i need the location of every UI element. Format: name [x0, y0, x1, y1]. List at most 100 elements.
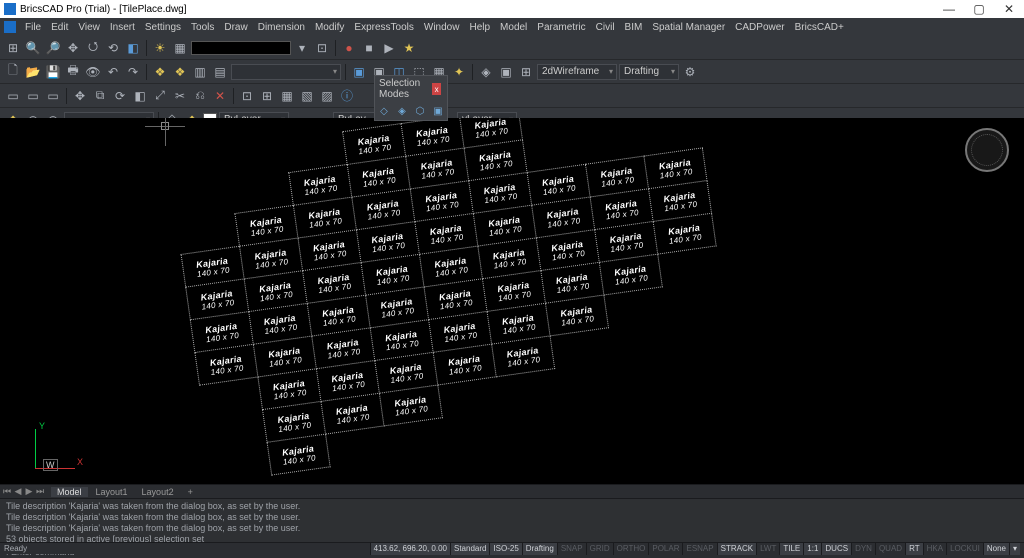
save-icon[interactable]: 💾 — [44, 63, 62, 81]
play-icon[interactable]: ▶ — [380, 39, 398, 57]
menu-spatial-manager[interactable]: Spatial Manager — [647, 22, 730, 33]
tab-next-icon[interactable]: ▶ — [24, 486, 34, 497]
tool-icon[interactable]: ▭ — [44, 87, 62, 105]
menu-draw[interactable]: Draw — [219, 22, 252, 33]
grid-icon[interactable]: ▦ — [171, 39, 189, 57]
status-toggle-dyn[interactable]: DYN — [851, 543, 875, 555]
tab-first-icon[interactable]: ⏮ — [2, 486, 12, 497]
tool-icon[interactable]: ⊡ — [313, 39, 331, 57]
tab-add[interactable]: + — [182, 487, 199, 497]
status-workspace[interactable]: Drafting — [522, 543, 557, 555]
menu-settings[interactable]: Settings — [140, 22, 186, 33]
menu-help[interactable]: Help — [464, 22, 495, 33]
tool-icon[interactable]: ✦ — [450, 63, 468, 81]
menu-bim[interactable]: BIM — [620, 22, 648, 33]
print-icon[interactable]: 🖶 — [64, 63, 82, 81]
linetype-preview[interactable] — [191, 41, 291, 55]
preview-icon[interactable]: 👁 — [84, 63, 102, 81]
menu-view[interactable]: View — [73, 22, 105, 33]
tool-icon[interactable]: ▤ — [211, 63, 229, 81]
status-toggle-none[interactable]: None — [983, 543, 1009, 555]
tool-icon[interactable]: ▣ — [497, 63, 515, 81]
status-toggle-rt[interactable]: RT — [905, 543, 923, 555]
tool-icon[interactable]: ⊞ — [258, 87, 276, 105]
menu-model[interactable]: Model — [495, 22, 532, 33]
sun-icon[interactable]: ☀ — [151, 39, 169, 57]
tool-icon[interactable]: ⎌ — [191, 87, 209, 105]
menu-bricscad-plus[interactable]: BricsCAD+ — [790, 22, 849, 33]
workspace-dropdown[interactable]: Drafting — [619, 64, 679, 80]
tool-icon[interactable]: ▣ — [350, 63, 368, 81]
tab-model[interactable]: Model — [51, 487, 88, 497]
status-toggle-lockui[interactable]: LOCKUI — [946, 543, 983, 555]
orbit-icon[interactable]: ⭯ — [84, 39, 102, 57]
new-icon[interactable]: 🗋 — [4, 63, 22, 81]
close-button[interactable]: ✕ — [994, 0, 1024, 18]
maximize-button[interactable]: ▢ — [964, 0, 994, 18]
tool-icon[interactable]: ⊞ — [4, 39, 22, 57]
status-dropdown-icon[interactable]: ▾ — [1009, 543, 1020, 555]
delete-icon[interactable]: ✕ — [211, 87, 229, 105]
status-standard[interactable]: Standard — [450, 543, 489, 555]
info-icon[interactable]: ⓘ — [338, 87, 356, 105]
status-toggle-hka[interactable]: HKA — [923, 543, 946, 555]
status-toggle-strack[interactable]: STRACK — [717, 543, 756, 555]
copy-icon[interactable]: ⧉ — [91, 87, 109, 105]
mirror-icon[interactable]: ◧ — [131, 87, 149, 105]
menu-parametric[interactable]: Parametric — [532, 22, 590, 33]
drawing-canvas[interactable]: Kajaria140 x 70Kajaria140 x 70Kajaria140… — [0, 118, 1024, 484]
pan-icon[interactable]: ✥ — [64, 39, 82, 57]
status-toggle-ducs[interactable]: DUCS — [821, 543, 851, 555]
menu-file[interactable]: File — [20, 22, 46, 33]
tool-icon[interactable]: ⊞ — [517, 63, 535, 81]
command-history[interactable]: Tile description 'Kajaria' was taken fro… — [0, 498, 1024, 542]
tool-icon[interactable]: ▨ — [318, 87, 336, 105]
status-toggle-esnap[interactable]: ESNAP — [682, 543, 716, 555]
status-toggle-quad[interactable]: QUAD — [875, 543, 905, 555]
lookfrom-widget[interactable] — [965, 128, 1009, 172]
layer-tool-icon[interactable]: ❖ — [171, 63, 189, 81]
scale-icon[interactable]: ⤢ — [151, 87, 169, 105]
app-menu-icon[interactable] — [4, 21, 16, 33]
sel-mode-icon[interactable]: ◇ — [377, 104, 391, 118]
layer-icon[interactable]: ❖ — [151, 63, 169, 81]
menu-civil[interactable]: Civil — [591, 22, 620, 33]
undo-icon[interactable]: ↶ — [104, 63, 122, 81]
zoom-window-icon[interactable]: 🔎 — [44, 39, 62, 57]
sel-mode-icon[interactable]: ▣ — [431, 104, 445, 118]
visualstyle-dropdown[interactable]: 2dWireframe — [537, 64, 617, 80]
status-toggle-snap[interactable]: SNAP — [557, 543, 586, 555]
gear-icon[interactable]: ⚙ — [681, 63, 699, 81]
tool-icon[interactable]: ✂ — [171, 87, 189, 105]
close-icon[interactable]: x — [432, 83, 441, 95]
minimize-button[interactable]: — — [934, 0, 964, 18]
tool-icon[interactable]: ▥ — [191, 63, 209, 81]
menu-dimension[interactable]: Dimension — [253, 22, 310, 33]
tab-prev-icon[interactable]: ◀ — [13, 486, 23, 497]
stop-icon[interactable]: ■ — [360, 39, 378, 57]
move-icon[interactable]: ✥ — [71, 87, 89, 105]
sel-mode-icon[interactable]: ◈ — [395, 104, 409, 118]
status-coords[interactable]: 413.62, 696.20, 0.00 — [370, 543, 450, 555]
tool-icon[interactable]: ▧ — [298, 87, 316, 105]
tab-last-icon[interactable]: ⏭ — [35, 486, 45, 497]
tool-icon[interactable]: ⊡ — [238, 87, 256, 105]
menu-insert[interactable]: Insert — [105, 22, 140, 33]
tool-icon[interactable]: ★ — [400, 39, 418, 57]
tab-layout2[interactable]: Layout2 — [136, 487, 180, 497]
menu-modify[interactable]: Modify — [310, 22, 349, 33]
status-toggle-1:1[interactable]: 1:1 — [803, 543, 821, 555]
zoom-extents-icon[interactable]: 🔍 — [24, 39, 42, 57]
sel-mode-icon[interactable]: ⬡ — [413, 104, 427, 118]
menu-edit[interactable]: Edit — [46, 22, 73, 33]
record-icon[interactable]: ● — [340, 39, 358, 57]
menu-tools[interactable]: Tools — [186, 22, 219, 33]
tool-icon[interactable]: ▾ — [293, 39, 311, 57]
status-toggle-lwt[interactable]: LWT — [756, 543, 779, 555]
redo-icon[interactable]: ↷ — [124, 63, 142, 81]
rewind-icon[interactable]: ⟲ — [104, 39, 122, 57]
tab-layout1[interactable]: Layout1 — [90, 487, 134, 497]
selection-modes-toolbar[interactable]: Selection Modes x ◇ ◈ ⬡ ▣ — [374, 75, 448, 121]
menu-cadpower[interactable]: CADPower — [730, 22, 789, 33]
status-toggle-tile[interactable]: TILE — [779, 543, 803, 555]
